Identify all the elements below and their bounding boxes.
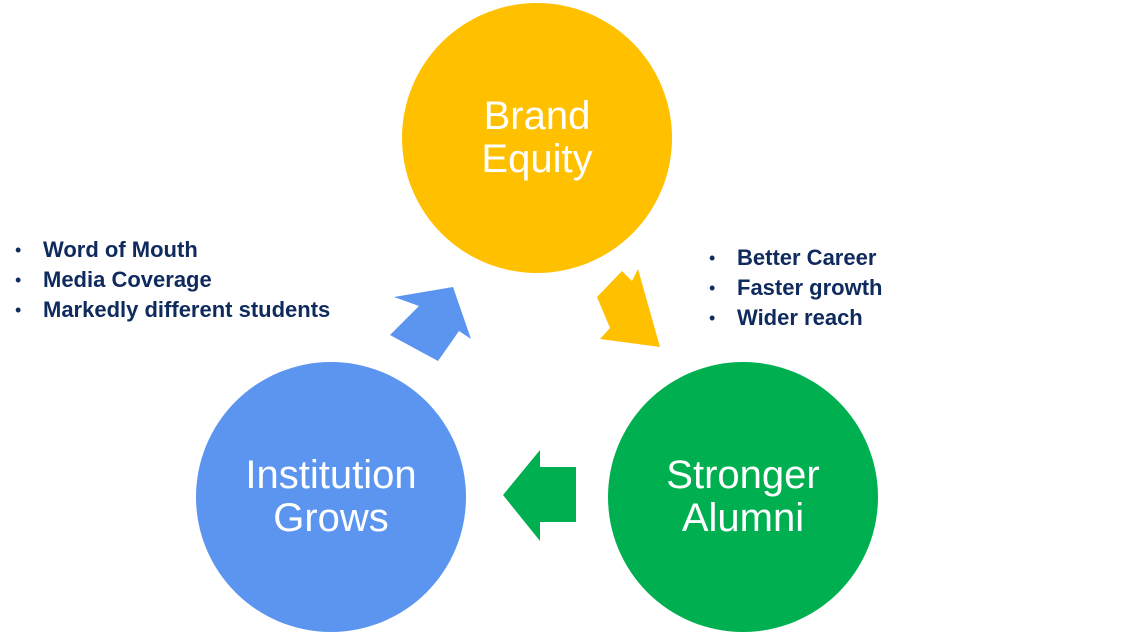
list-item: Faster growth bbox=[709, 273, 882, 303]
arrow-down-right-icon bbox=[597, 269, 660, 347]
cycle-diagram: Brand Equity Stronger Alumni Institution… bbox=[0, 0, 1143, 635]
brand-equity-label-line2: Equity bbox=[481, 137, 593, 181]
list-item: Media Coverage bbox=[15, 265, 330, 295]
arrow-up-right-icon bbox=[390, 287, 471, 361]
list-item: Word of Mouth bbox=[15, 235, 330, 265]
institution-grows-label-line2: Grows bbox=[273, 496, 389, 540]
list-item: Markedly different students bbox=[15, 295, 330, 325]
list-item: Wider reach bbox=[709, 303, 882, 333]
arrow-left-icon bbox=[503, 450, 576, 541]
institution-grows-node: Institution Grows bbox=[196, 362, 466, 632]
brand-equity-node: Brand Equity bbox=[402, 3, 672, 273]
bullet-list-left: Word of Mouth Media Coverage Markedly di… bbox=[15, 235, 330, 325]
stronger-alumni-label-line2: Alumni bbox=[681, 496, 805, 540]
stronger-alumni-node: Stronger Alumni bbox=[608, 362, 878, 632]
institution-grows-label-line1: Institution bbox=[245, 453, 417, 497]
list-item: Better Career bbox=[709, 243, 882, 273]
bullet-list-right: Better Career Faster growth Wider reach bbox=[709, 243, 882, 333]
stronger-alumni-label-line1: Stronger bbox=[666, 453, 820, 497]
brand-equity-label-line1: Brand bbox=[483, 94, 591, 138]
